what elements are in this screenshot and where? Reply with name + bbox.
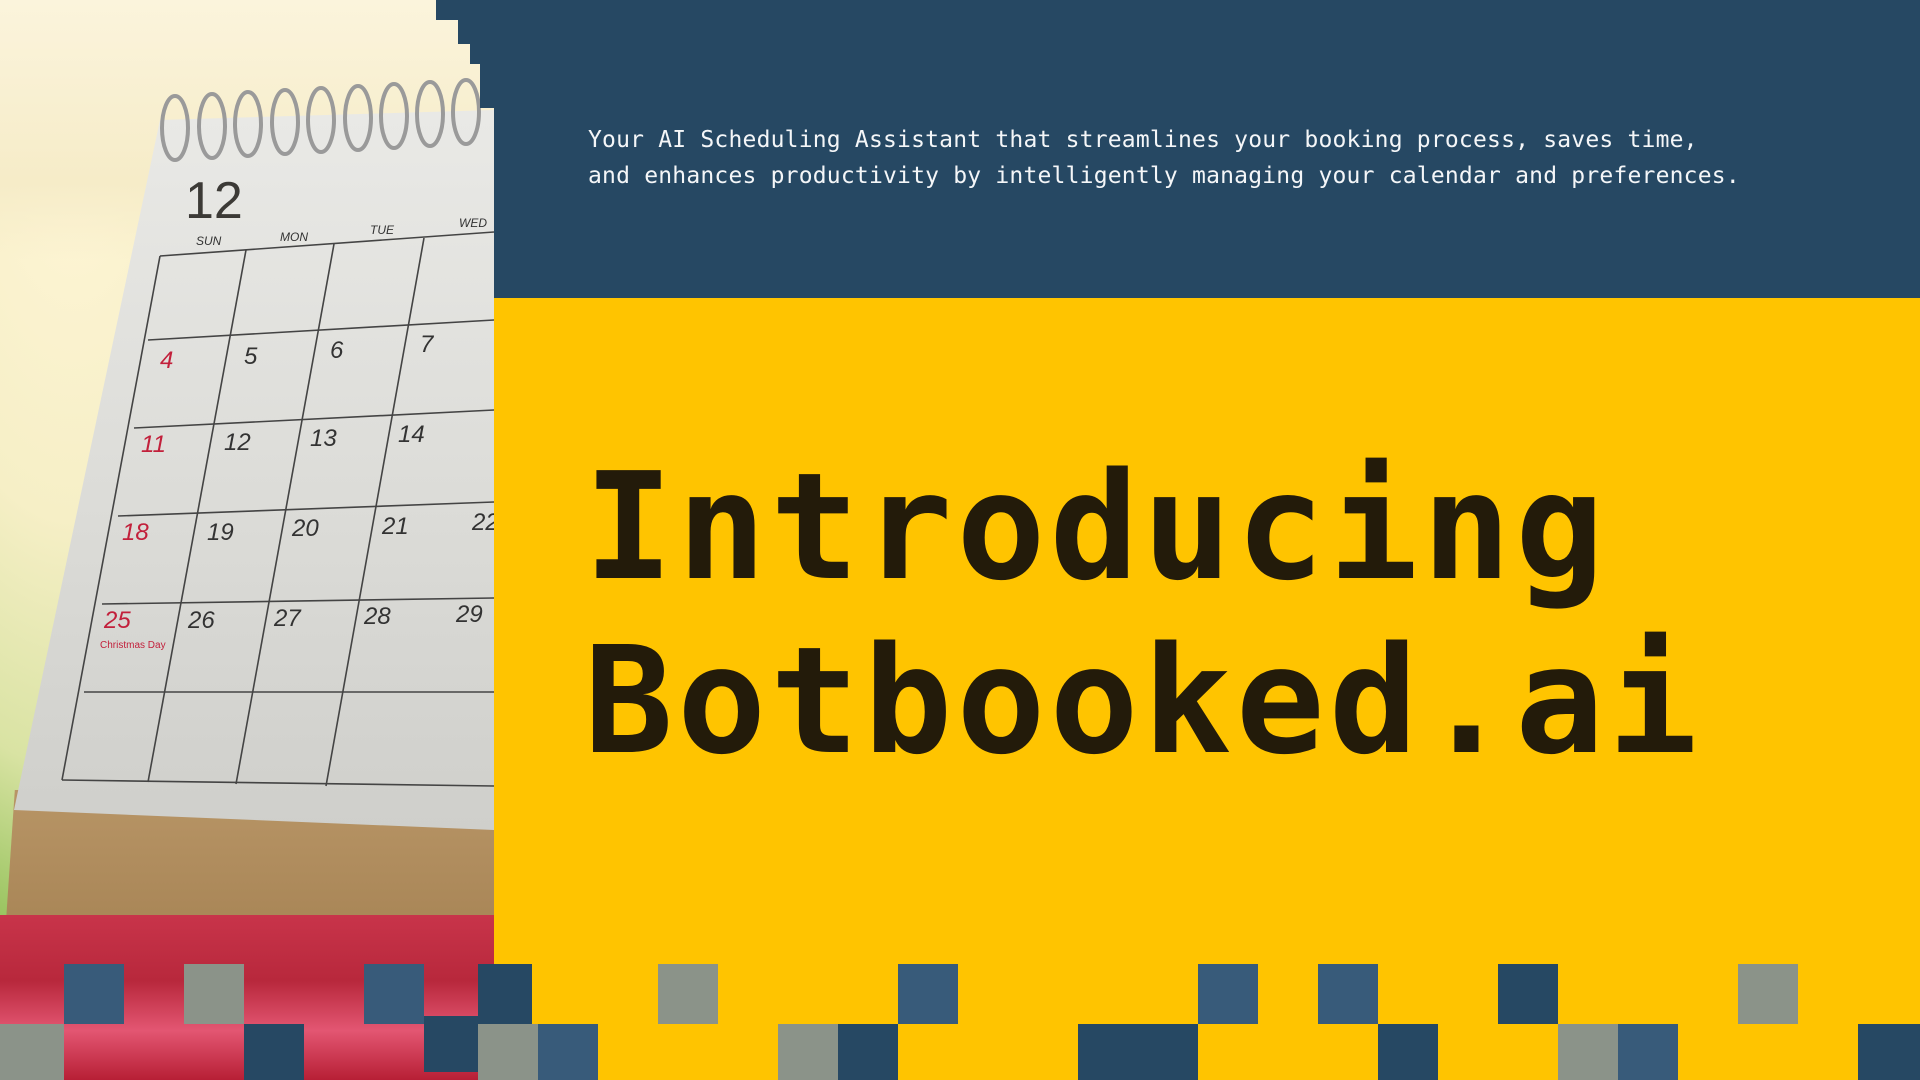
pixel-square	[778, 1024, 838, 1080]
pixel-square	[184, 964, 244, 1024]
header-band-step	[470, 44, 500, 64]
calendar-date: 19	[207, 519, 234, 546]
calendar-date: 18	[122, 519, 149, 546]
pixel-square	[244, 1024, 304, 1080]
pixel-square	[1738, 964, 1798, 1024]
calendar-date: 5	[244, 343, 258, 370]
calendar-day-header: SUN	[196, 234, 222, 248]
pixel-square	[898, 964, 958, 1024]
calendar-date: 20	[291, 515, 319, 542]
pixel-square	[64, 964, 124, 1024]
pixel-square	[658, 964, 718, 1024]
calendar-date: 11	[141, 431, 166, 458]
calendar-date: 13	[310, 425, 337, 452]
title-line-2: Botbooked.ai	[584, 615, 1702, 787]
calendar-date: 7	[420, 331, 435, 358]
pixel-square	[1618, 1024, 1678, 1080]
calendar-date: 26	[187, 607, 215, 634]
calendar-date: 21	[381, 513, 409, 540]
calendar-date: 29	[455, 601, 483, 628]
calendar-day-header: MON	[280, 230, 308, 244]
header-band-step	[480, 64, 500, 108]
calendar-grid	[61, 231, 494, 787]
calendar-month: 12	[185, 172, 243, 230]
calendar-date: 27	[273, 605, 302, 632]
pixel-square	[478, 1024, 538, 1080]
tagline: Your AI Scheduling Assistant that stream…	[588, 127, 1740, 189]
pixel-square	[478, 964, 532, 1024]
calendar-date: 28	[363, 603, 391, 630]
pixel-square	[1078, 1024, 1198, 1080]
pixel-square	[538, 1024, 598, 1080]
pixel-square	[1198, 964, 1258, 1024]
pixel-square	[424, 1016, 478, 1072]
calendar-drawing: 12 SUN MON TUE WED 4 5 6 7 11 12 13 14 1…	[61, 78, 494, 787]
pixel-square	[838, 1024, 898, 1080]
header-band-step	[436, 0, 496, 20]
calendar-date: 22	[471, 509, 494, 536]
pixel-square	[1858, 1024, 1920, 1080]
header-band-step	[458, 20, 498, 44]
calendar-date: 12	[224, 429, 251, 456]
calendar-day-header: TUE	[370, 223, 395, 237]
calendar-date: 4	[160, 347, 173, 374]
pixel-square	[1558, 1024, 1618, 1080]
pixel-square	[0, 1024, 64, 1080]
calendar-photo: 12 SUN MON TUE WED 4 5 6 7 11 12 13 14 1…	[0, 0, 494, 1080]
calendar-holiday-label: Christmas Day	[100, 640, 166, 651]
spiral-binding	[160, 78, 481, 162]
calendar-date: 6	[330, 337, 344, 364]
calendar-day-header: WED	[459, 216, 487, 230]
page-title: Introducing Botbooked.ai	[584, 440, 1701, 788]
calendar-date: 25	[103, 607, 131, 634]
pixel-square	[1498, 964, 1558, 1024]
pixel-square	[364, 964, 424, 1024]
title-line-1: Introducing	[584, 441, 1609, 613]
calendar-date: 14	[398, 421, 425, 448]
pixel-square	[1318, 964, 1378, 1024]
pixel-square	[1378, 1024, 1438, 1080]
